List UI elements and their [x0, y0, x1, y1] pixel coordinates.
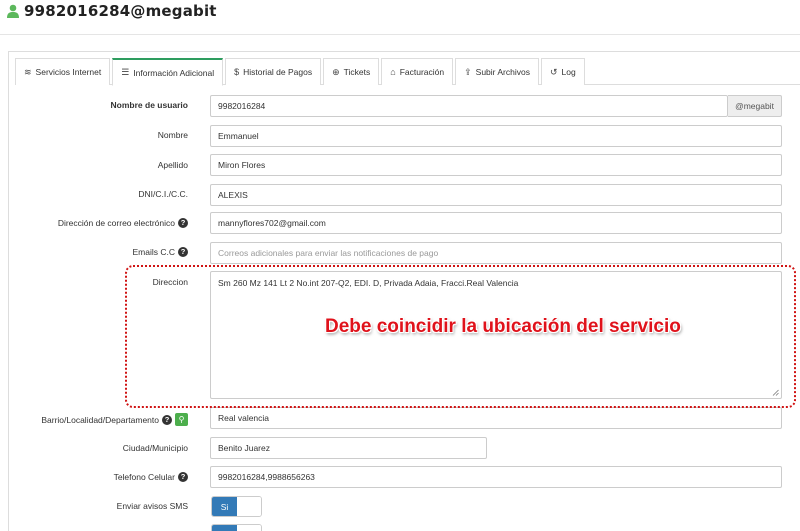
email-field[interactable]: mannyflores702@gmail.com: [210, 212, 782, 234]
username-label: Nombre de usuario: [110, 100, 188, 110]
telefono-field[interactable]: 9982016284,9988656263: [210, 466, 782, 488]
header-divider: [0, 34, 800, 35]
dni-field[interactable]: ALEXIS: [210, 184, 782, 206]
email-label: Dirección de correo electrónico ?: [58, 218, 188, 228]
toggle-off-side: [237, 525, 261, 531]
tab-bar: ≋ Servicios Internet ☰ Información Adici…: [15, 58, 800, 86]
lifebuoy-icon: ⊕: [332, 66, 340, 77]
tab-facturacion[interactable]: ⌂ Facturación: [381, 58, 454, 85]
tab-tickets[interactable]: ⊕ Tickets: [323, 58, 380, 85]
tab-historial-de-pagos[interactable]: $ Historial de Pagos: [225, 58, 322, 85]
nombre-label: Nombre: [157, 130, 188, 140]
secondary-toggle[interactable]: [211, 524, 262, 531]
barrio-label: Barrio/Localidad/Departamento ? ⚲: [41, 413, 188, 426]
tab-label: Subir Archivos: [475, 67, 530, 77]
wifi-icon: ≋: [24, 66, 32, 77]
tab-label: Servicios Internet: [35, 67, 102, 77]
sms-toggle[interactable]: Si: [211, 496, 262, 517]
history-icon: ↺: [550, 66, 558, 77]
username-field[interactable]: 9982016284: [210, 95, 728, 117]
tab-label: Log: [561, 67, 576, 77]
help-icon[interactable]: ?: [162, 414, 172, 425]
tab-subir-archivos[interactable]: ⇪ Subir Archivos: [455, 58, 539, 85]
username-domain-addon: @megabit: [728, 95, 782, 117]
apellido-field[interactable]: Miron Flores: [210, 154, 782, 176]
ciudad-field[interactable]: Benito Juarez: [210, 437, 487, 459]
barrio-field[interactable]: Real valencia: [210, 407, 782, 429]
help-icon[interactable]: ?: [178, 472, 188, 482]
emails-cc-label: Emails C.C ?: [132, 247, 188, 257]
toggle-on-label: Si: [212, 497, 237, 516]
tab-label: Facturación: [399, 67, 445, 77]
toggle-off-side: [237, 497, 261, 516]
page-header: 9982016284@megabit: [6, 0, 217, 22]
help-icon[interactable]: ?: [178, 247, 188, 257]
list-icon: ☰: [121, 67, 130, 77]
ciudad-label: Ciudad/Municipio: [122, 443, 188, 453]
tab-label: Historial de Pagos: [243, 67, 313, 77]
tab-log[interactable]: ↺ Log: [541, 58, 585, 85]
tab-informacion-adicional[interactable]: ☰ Información Adicional: [112, 58, 224, 86]
toggle-on-side: [212, 525, 237, 531]
tab-label: Información Adicional: [133, 67, 215, 78]
search-icon[interactable]: ⚲: [175, 413, 188, 426]
nombre-field[interactable]: Emmanuel: [210, 125, 782, 147]
apellido-label: Apellido: [157, 160, 188, 170]
emails-cc-field[interactable]: Correos adicionales para enviar las noti…: [210, 242, 782, 264]
page-title: 9982016284@megabit: [24, 2, 217, 20]
tab-servicios-internet[interactable]: ≋ Servicios Internet: [15, 58, 111, 85]
tab-label: Tickets: [343, 67, 371, 77]
sms-label: Enviar avisos SMS: [116, 501, 188, 511]
dollar-icon: $: [234, 67, 240, 77]
user-icon: [7, 4, 19, 18]
help-icon[interactable]: ?: [178, 218, 188, 228]
annotation-text: Debe coincidir la ubicación del servicio: [325, 316, 681, 337]
bank-icon: ⌂: [390, 67, 396, 77]
dni-label: DNI/C.I./C.C.: [138, 189, 188, 199]
telefono-label: Telefono Celular ?: [114, 472, 188, 482]
upload-icon: ⇪: [464, 66, 472, 77]
